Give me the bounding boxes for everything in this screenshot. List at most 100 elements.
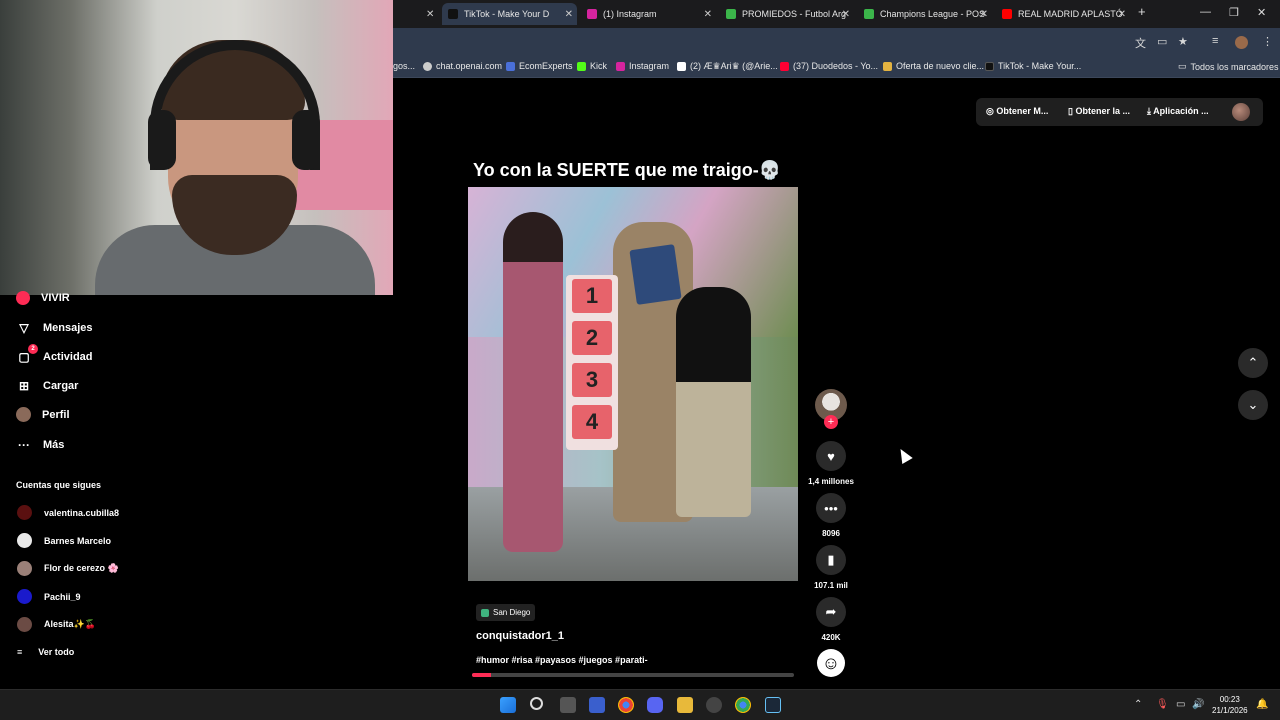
restore-icon[interactable]: ❐ (1229, 6, 1239, 19)
heart-icon: ♥ (827, 448, 835, 464)
coin-icon: ◎ (986, 106, 997, 116)
bookmark-item[interactable]: chat.openai.com (423, 61, 502, 71)
bookmark-item[interactable]: EcomExperts (506, 61, 573, 71)
all-bookmarks-folder[interactable]: ▭ Todos los marcadores (1178, 61, 1279, 72)
smiley-icon[interactable]: ☺ (817, 649, 845, 677)
promiedos-favicon-icon (864, 9, 874, 19)
minimize-icon[interactable]: — (1200, 6, 1211, 18)
media-control-icon[interactable]: ≡ (1212, 35, 1218, 47)
discord-icon[interactable] (647, 697, 663, 713)
microphone-icon[interactable]: 🎙 (1156, 699, 1169, 710)
top-actions-bar: ◎ Obtener M... ▯ Obtener la ... ⤓ Aplica… (976, 98, 1263, 126)
store-icon[interactable] (589, 697, 605, 713)
close-window-icon[interactable]: ✕ (1257, 6, 1266, 19)
close-icon[interactable]: ✕ (980, 9, 988, 20)
sidebar-item-activity[interactable]: ▢ 2 Actividad (16, 344, 93, 365)
desktop-app-button[interactable]: ⤓ Aplicación ... (1147, 106, 1209, 117)
next-video-button[interactable]: ⌄ (1238, 390, 1268, 420)
sidebar-item-upload[interactable]: ⊞ Cargar (16, 378, 79, 394)
sidebar-item-profile[interactable]: Perfil (16, 407, 70, 422)
bookmark-item[interactable]: (2) Æ♛Ari♛ (@Arie... (677, 61, 778, 72)
promiedos-favicon-icon (726, 9, 736, 19)
ecomexperts-icon (506, 61, 515, 71)
bookmark-item[interactable]: Instagram (616, 61, 669, 71)
video-progress-bar[interactable] (472, 673, 794, 677)
sidebar-item-live[interactable]: VIVIR (16, 291, 70, 305)
mouse-cursor-icon (895, 445, 913, 465)
search-icon[interactable] (530, 697, 543, 710)
followed-account[interactable]: Flor de cerezo 🌸 (17, 561, 119, 576)
bookmark-item[interactable]: TikTok - Make Your... (985, 61, 1081, 71)
bookmark-item[interactable]: Oferta de nuevo clie... (883, 61, 984, 71)
menu-kebab-icon[interactable]: ⋮ (1262, 35, 1273, 48)
notification-bell-icon[interactable]: 🔔 (1256, 699, 1268, 710)
live-icon (16, 291, 30, 305)
tab-instagram[interactable]: (1) Instagram ✕ (581, 3, 716, 25)
windows-start-icon[interactable] (500, 697, 516, 713)
tab-youtube[interactable]: REAL MADRID APLASTÓ ✕ (996, 3, 1130, 25)
bookmark-star-icon[interactable]: ★ (1178, 35, 1188, 48)
share-arrow-icon: ➦ (825, 604, 837, 619)
app-icon[interactable] (706, 697, 722, 713)
file-explorer-icon[interactable] (677, 697, 693, 713)
close-icon[interactable]: ✕ (842, 9, 850, 20)
comment-button[interactable]: ••• (816, 493, 846, 523)
tab-promiedos[interactable]: PROMIEDOS - Futbol Arg ✕ (720, 3, 854, 25)
follow-plus-icon[interactable]: + (824, 415, 838, 429)
tab-champions[interactable]: Champions League - POS ✕ (858, 3, 992, 25)
followed-account[interactable]: Alesita✨🍒 (17, 617, 96, 632)
bookmark-item[interactable]: gos... (393, 61, 415, 71)
bookmark-icon: ▮ (827, 552, 835, 567)
instagram-icon (616, 61, 625, 71)
bookmark-item[interactable]: Kick (577, 61, 607, 71)
user-avatar[interactable] (1232, 103, 1250, 121)
followed-account[interactable]: Pachii_9 (17, 589, 81, 604)
followed-account[interactable]: valentina.cubilla8 (17, 505, 119, 520)
more-icon: ··· (18, 438, 30, 452)
avatar (17, 561, 32, 576)
save-button[interactable]: ▮ (816, 545, 846, 575)
following-section-title: Cuentas que sigues (16, 480, 102, 490)
bookmark-item[interactable]: (37) Duodedos - Yo... (780, 61, 878, 71)
get-app-button[interactable]: ▯ Obtener la ... (1068, 106, 1130, 117)
video-caption: Yo con la SUERTE que me traigo-💀 (473, 160, 782, 180)
sidebar-item-more[interactable]: ··· Más (16, 437, 64, 453)
tab-title: Champions League - POS (880, 9, 986, 19)
get-coins-button[interactable]: ◎ Obtener M... (986, 106, 1048, 117)
video-author[interactable]: conquistador1_1 (476, 630, 564, 642)
video-player[interactable]: 1 2 3 4 (468, 187, 798, 581)
system-clock[interactable]: 00:23 21/1/2026 (1212, 694, 1248, 716)
tab-close-previous[interactable]: ✕ (420, 3, 440, 25)
like-button[interactable]: ♥ (816, 441, 846, 471)
tiktok-icon (985, 61, 994, 71)
translate-icon[interactable]: 文 (1135, 35, 1146, 51)
profile-avatar[interactable] (1235, 36, 1248, 49)
close-icon[interactable]: ✕ (704, 9, 712, 20)
network-icon[interactable]: ▭ (1176, 699, 1185, 710)
cast-icon[interactable]: ▭ (1157, 35, 1167, 48)
volume-icon[interactable]: 🔊 (1192, 699, 1204, 710)
close-icon[interactable]: ✕ (565, 9, 573, 20)
chrome-active-icon[interactable] (735, 697, 751, 713)
share-button[interactable]: ➦ (816, 597, 846, 627)
kick-icon (577, 61, 586, 71)
steam-icon[interactable] (765, 697, 781, 713)
location-tag[interactable]: San Diego (476, 604, 536, 621)
tab-title: TikTok - Make Your D (464, 9, 550, 19)
folder-icon: ▭ (1178, 61, 1187, 71)
task-view-icon[interactable] (560, 697, 576, 713)
new-tab-button[interactable]: + (1138, 4, 1146, 19)
video-hashtags[interactable]: #humor #risa #payasos #juegos #parati- (476, 655, 648, 665)
tab-tiktok[interactable]: TikTok - Make Your D ✕ (442, 3, 577, 25)
comment-count: 8096 (822, 529, 840, 538)
tray-chevron-icon[interactable]: ⌃ (1134, 699, 1142, 710)
previous-video-button[interactable]: ⌃ (1238, 348, 1268, 378)
instagram-favicon-icon (587, 9, 597, 19)
close-icon[interactable]: ✕ (1118, 9, 1126, 20)
sidebar-item-messages[interactable]: ▽ Mensajes (16, 320, 92, 336)
chrome-icon[interactable] (618, 697, 634, 713)
list-icon: ≡ (17, 647, 23, 657)
see-all-link[interactable]: ≡ Ver todo (17, 647, 74, 657)
followed-account[interactable]: Barnes Marcelo (17, 533, 111, 548)
share-count: 420K (821, 633, 841, 642)
